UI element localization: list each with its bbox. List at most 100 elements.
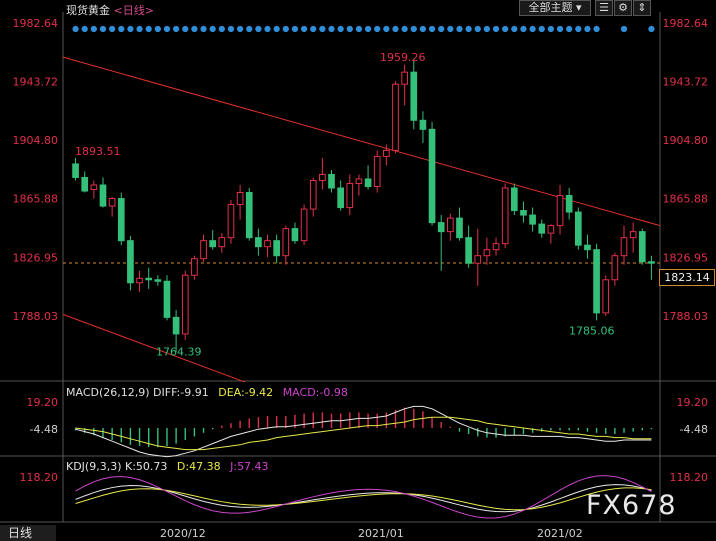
settings-icon[interactable]: ⚙ bbox=[614, 0, 632, 16]
candle-body bbox=[510, 187, 518, 212]
signal-dot bbox=[511, 25, 518, 33]
candle-body bbox=[90, 184, 98, 191]
candle-body bbox=[255, 237, 262, 248]
signal-dot bbox=[127, 25, 134, 33]
signal-dot bbox=[191, 25, 198, 33]
signal-dot bbox=[246, 25, 253, 33]
signal-dot bbox=[401, 25, 408, 33]
signal-dot bbox=[173, 25, 180, 33]
signal-dot bbox=[109, 25, 116, 33]
signal-dot bbox=[456, 25, 463, 33]
candle-body bbox=[337, 187, 344, 209]
candle-body bbox=[428, 128, 436, 224]
symbol-title: 现货黄金 <日线> bbox=[66, 2, 154, 18]
scroll-icon[interactable]: ⇕ bbox=[633, 0, 651, 16]
candle-body bbox=[437, 222, 445, 233]
signal-dot bbox=[264, 25, 271, 33]
candle-body bbox=[172, 316, 180, 335]
kdj-d-line bbox=[75, 487, 652, 511]
candle-body bbox=[191, 258, 198, 276]
theme-button[interactable]: 全部主题 ▾ bbox=[519, 0, 591, 16]
macd-tick-left: 19.20 bbox=[27, 396, 59, 409]
candle-body bbox=[638, 231, 646, 263]
candle-body bbox=[136, 277, 143, 284]
signal-dot bbox=[584, 25, 591, 33]
price-tick-right: 1904.80 bbox=[663, 134, 709, 147]
price-tick-right: 1943.72 bbox=[663, 76, 709, 89]
candle-body bbox=[282, 228, 290, 257]
candle-body bbox=[236, 192, 244, 206]
candle-body bbox=[209, 240, 217, 248]
signal-dot bbox=[502, 25, 509, 33]
signal-dot bbox=[419, 25, 427, 33]
signal-dot bbox=[99, 25, 107, 33]
signal-dot bbox=[282, 25, 289, 33]
candle-body bbox=[383, 149, 390, 157]
candle-body bbox=[447, 217, 454, 233]
signal-dot bbox=[227, 25, 235, 33]
signal-dot bbox=[492, 25, 500, 33]
candle-body bbox=[108, 198, 116, 207]
candle-body bbox=[117, 198, 125, 242]
signal-dot bbox=[383, 25, 390, 33]
candle-body bbox=[181, 274, 189, 335]
list-icon[interactable]: ☰ bbox=[595, 0, 613, 16]
candle-body bbox=[245, 192, 253, 239]
signal-dot bbox=[72, 25, 79, 33]
annotation-high-peak: 1959.26 bbox=[380, 51, 426, 64]
signal-dot bbox=[291, 25, 299, 33]
signal-dot bbox=[154, 25, 161, 33]
candle-body bbox=[145, 277, 153, 281]
candle-body bbox=[154, 279, 162, 282]
watermark: FX678 bbox=[586, 490, 677, 521]
candle-body bbox=[483, 249, 491, 257]
signal-dot bbox=[620, 25, 628, 33]
price-tick-right: 1826.95 bbox=[663, 251, 709, 264]
x-label-dec: 2020/12 bbox=[160, 527, 206, 540]
candle-body bbox=[474, 255, 482, 264]
candle-body bbox=[456, 217, 463, 239]
annotation-low-right: 1785.06 bbox=[569, 324, 615, 337]
candle-body bbox=[264, 240, 271, 248]
macd-tick-right: -4.48 bbox=[680, 423, 708, 436]
candle-body bbox=[574, 211, 582, 246]
candle-body bbox=[629, 231, 637, 239]
candle-body bbox=[99, 184, 107, 207]
signal-dot bbox=[218, 25, 225, 33]
candle-body bbox=[81, 176, 89, 192]
candle-body bbox=[520, 210, 527, 216]
candle-body bbox=[364, 178, 372, 187]
candle-body bbox=[401, 71, 408, 85]
candle-body bbox=[273, 240, 280, 257]
signal-dot bbox=[145, 25, 152, 33]
macd-tick-right: 19.20 bbox=[677, 396, 709, 409]
signal-dot bbox=[593, 25, 600, 33]
price-tick-left: 1943.72 bbox=[13, 76, 59, 89]
chart-header: 现货黄金 <日线> 全部主题 ▾ ☰ ⚙ ⇕ bbox=[0, 0, 716, 18]
macd-dea-line bbox=[75, 416, 652, 451]
candle-body bbox=[200, 240, 207, 260]
signal-dot bbox=[209, 25, 216, 33]
signal-dot bbox=[118, 25, 125, 33]
signal-dot bbox=[474, 25, 481, 33]
candle-body bbox=[620, 237, 628, 257]
price-tick-left: 1904.80 bbox=[13, 134, 59, 147]
candle-body bbox=[392, 83, 399, 151]
signal-dot bbox=[255, 25, 262, 33]
candle-body bbox=[410, 71, 418, 121]
candle-body bbox=[492, 243, 500, 251]
period-tab[interactable]: 日线 bbox=[0, 525, 56, 541]
signal-dot bbox=[529, 25, 536, 33]
macd-tick-left: -4.48 bbox=[30, 423, 58, 436]
candle-body bbox=[501, 187, 509, 245]
signal-dot bbox=[163, 25, 171, 33]
signal-dot bbox=[547, 25, 554, 33]
signal-dot bbox=[575, 25, 582, 33]
signal-dot bbox=[556, 25, 564, 33]
candle-body bbox=[556, 195, 564, 227]
candle-body bbox=[346, 182, 354, 209]
signal-dot bbox=[273, 25, 280, 33]
symbol-name: 现货黄金 bbox=[66, 4, 110, 17]
candle-body bbox=[355, 178, 363, 184]
current-price-tag: 1823.14 bbox=[659, 269, 715, 286]
